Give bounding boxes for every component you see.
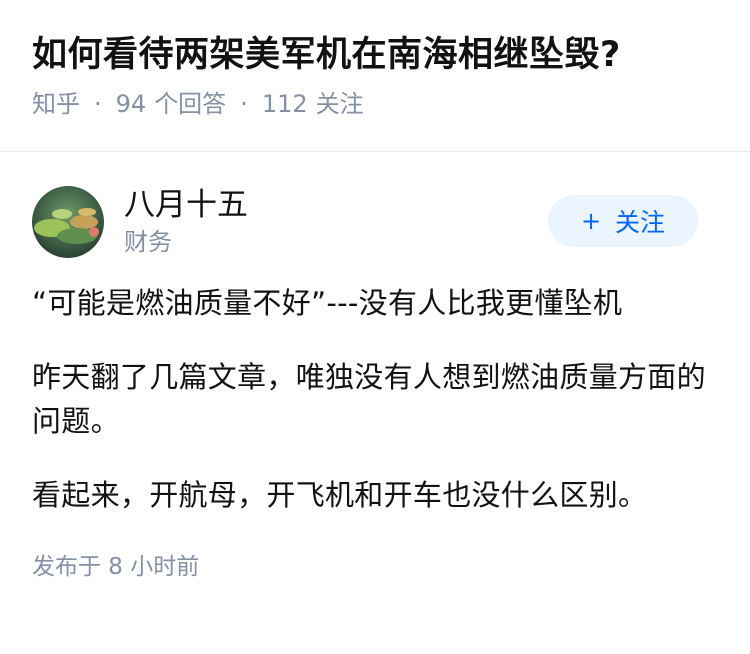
follow-count-label[interactable]: 关注 — [316, 84, 364, 124]
follow-button[interactable]: + 关注 — [548, 195, 698, 247]
divider — [0, 151, 750, 152]
author-headline: 财务 — [124, 228, 172, 256]
answer-card: 八月十五 财务 + 关注 “可能是燃油质量不好”---没有人比我更懂坠机 昨天翻… — [0, 185, 750, 587]
post-time: 发布于 8 小时前 — [32, 554, 200, 580]
separator-dot: · — [240, 90, 248, 118]
question-title[interactable]: 如何看待两架美军机在南海相继坠毁? — [32, 30, 718, 80]
answer-count-label[interactable]: 个回答 — [154, 84, 226, 124]
author-info: 八月十五 财务 — [124, 185, 248, 259]
question-meta: 知乎 · 94 个回答 · 112 关注 — [32, 84, 718, 124]
follow-button-label: 关注 — [615, 208, 666, 237]
author-row: 八月十五 财务 + 关注 — [32, 185, 718, 259]
answer-paragraph: 看起来，开航母，开飞机和开车也没什么区别。 — [32, 478, 648, 512]
follow-count: 112 — [261, 90, 308, 118]
lotus-avatar-image — [32, 186, 104, 258]
author-name[interactable]: 八月十五 — [124, 185, 248, 225]
avatar[interactable] — [32, 186, 104, 258]
answer-content: “可能是燃油质量不好”---没有人比我更懂坠机 昨天翻了几篇文章，唯独没有人想到… — [32, 281, 718, 517]
source-label[interactable]: 知乎 — [32, 84, 80, 124]
separator-dot: · — [94, 90, 102, 118]
plus-icon: + — [580, 207, 602, 235]
answer-paragraph: “可能是燃油质量不好”---没有人比我更懂坠机 — [32, 286, 623, 320]
answer-count: 94 — [115, 90, 147, 118]
answer-paragraph: 昨天翻了几篇文章，唯独没有人想到燃油质量方面的问题。 — [32, 360, 706, 438]
question-header: 如何看待两架美军机在南海相继坠毁? 知乎 · 94 个回答 · 112 关注 — [0, 0, 750, 120]
